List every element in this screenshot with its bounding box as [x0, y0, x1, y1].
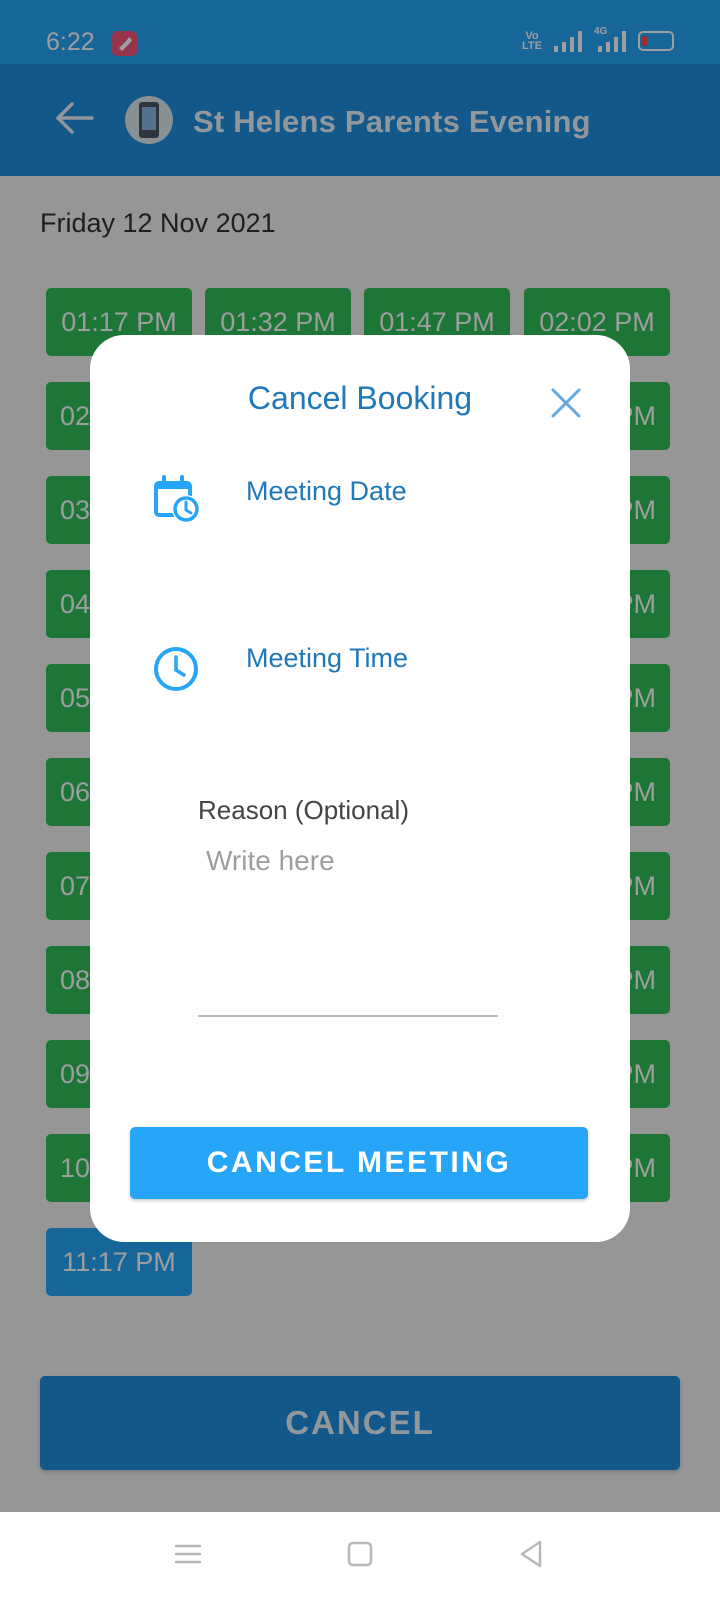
menu-icon[interactable]	[168, 1534, 208, 1574]
reason-label: Reason (Optional)	[198, 795, 409, 825]
back-icon[interactable]	[512, 1534, 552, 1574]
close-icon[interactable]	[548, 385, 584, 421]
cancel-meeting-button[interactable]: CANCEL MEETING	[130, 1127, 588, 1199]
clock-icon	[152, 643, 202, 695]
meeting-date-label: Meeting Date	[246, 476, 407, 506]
reason-input[interactable]	[198, 845, 498, 1017]
cancel-booking-dialog: Cancel Booking Meeting Date Meeting Time…	[90, 335, 630, 1242]
system-nav-bar	[0, 1512, 720, 1600]
meeting-time-label: Meeting Time	[246, 643, 409, 673]
calendar-clock-icon	[152, 473, 202, 525]
home-icon[interactable]	[340, 1534, 380, 1574]
